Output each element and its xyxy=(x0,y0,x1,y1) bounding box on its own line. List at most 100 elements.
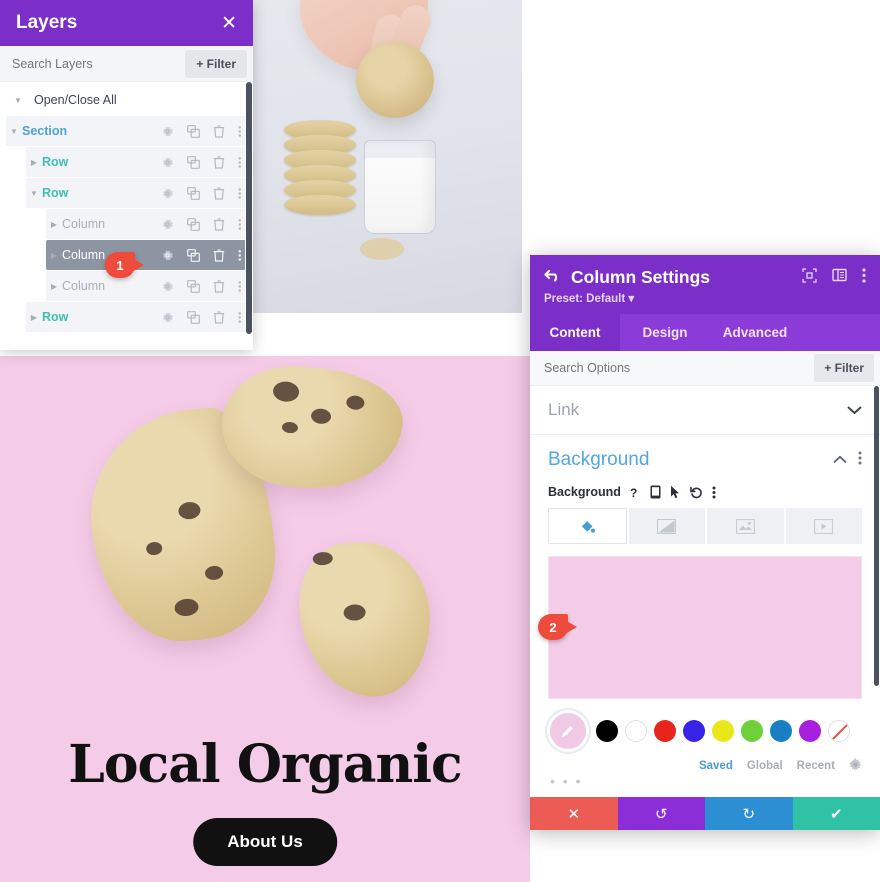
more-colors-icon[interactable]: • • • xyxy=(550,773,582,789)
gear-icon[interactable] xyxy=(161,218,174,231)
gear-icon[interactable] xyxy=(161,125,174,138)
tab-design[interactable]: Design xyxy=(620,314,710,351)
current-color-swatch[interactable] xyxy=(550,713,586,749)
chevron-right-icon[interactable]: ▶ xyxy=(26,158,42,167)
link-section-toggle[interactable]: Link xyxy=(530,386,880,435)
palette-tab-recent[interactable]: Recent xyxy=(797,760,835,772)
background-video-icon[interactable] xyxy=(785,508,862,544)
duplicate-icon[interactable] xyxy=(186,155,200,169)
duplicate-icon[interactable] xyxy=(186,310,200,324)
palette-settings-gear-icon[interactable] xyxy=(849,758,862,774)
layers-scrollbar[interactable] xyxy=(245,82,253,350)
layer-row-section[interactable]: ▼ Section xyxy=(6,116,247,146)
background-color-preview[interactable] xyxy=(548,556,862,699)
cookie-photo-right[interactable] xyxy=(252,0,522,313)
background-gradient-icon[interactable] xyxy=(628,508,705,544)
about-us-button[interactable]: About Us xyxy=(193,818,337,866)
chevron-right-icon[interactable]: ▶ xyxy=(46,251,62,260)
layout-toggle-icon[interactable] xyxy=(832,268,847,287)
layers-filter-button[interactable]: + Filter xyxy=(185,49,247,78)
layer-row-column[interactable]: ▶ Column xyxy=(46,271,247,301)
trash-icon[interactable] xyxy=(213,217,225,231)
layer-row-row[interactable]: ▼ Row xyxy=(26,178,247,208)
cancel-button[interactable]: ✕ xyxy=(530,797,618,830)
layer-row-column[interactable]: ▶ Column xyxy=(46,209,247,239)
background-field-row: Background ? xyxy=(548,485,862,499)
settings-scrollbar[interactable] xyxy=(873,386,880,797)
layer-row-row[interactable]: ▶ Row xyxy=(26,147,247,177)
duplicate-icon[interactable] xyxy=(186,186,200,200)
more-options-icon[interactable] xyxy=(238,218,242,231)
color-swatch-white[interactable] xyxy=(625,720,647,742)
redo-button[interactable]: ↻ xyxy=(705,797,793,830)
trash-icon[interactable] xyxy=(213,124,225,138)
background-image-icon[interactable] xyxy=(707,508,784,544)
duplicate-icon[interactable] xyxy=(186,248,200,262)
layer-row-row[interactable]: ▶ Row xyxy=(26,302,247,332)
search-layers-input[interactable] xyxy=(0,56,186,71)
search-options-input[interactable] xyxy=(530,361,815,375)
more-options-icon[interactable] xyxy=(238,187,242,200)
cookie-shape xyxy=(360,238,404,260)
settings-scrollbar-thumb[interactable] xyxy=(874,386,879,686)
duplicate-icon[interactable] xyxy=(186,124,200,138)
more-options-icon[interactable] xyxy=(712,486,716,499)
more-options-icon[interactable] xyxy=(238,249,242,262)
gear-icon[interactable] xyxy=(161,156,174,169)
trash-icon[interactable] xyxy=(213,248,225,262)
trash-icon[interactable] xyxy=(213,310,225,324)
back-arrow-icon[interactable] xyxy=(544,269,561,286)
duplicate-icon[interactable] xyxy=(186,279,200,293)
duplicate-icon[interactable] xyxy=(186,217,200,231)
chevron-right-icon[interactable]: ▶ xyxy=(46,282,62,291)
gear-icon[interactable] xyxy=(161,280,174,293)
chevron-down-icon[interactable]: ▼ xyxy=(6,127,22,136)
trash-icon[interactable] xyxy=(213,155,225,169)
more-options-icon[interactable] xyxy=(238,280,242,293)
color-swatch-green[interactable] xyxy=(741,720,763,742)
more-options-icon[interactable] xyxy=(862,267,866,288)
options-filter-button[interactable]: + Filter xyxy=(814,354,874,382)
background-section: Background Background ? Saved Global Rec… xyxy=(530,435,880,789)
responsive-preview-icon[interactable] xyxy=(802,267,817,288)
layer-row-column[interactable]: ▶ Column xyxy=(46,240,247,270)
more-options-icon[interactable] xyxy=(238,311,242,324)
chevron-right-icon[interactable]: ▶ xyxy=(26,313,42,322)
close-icon[interactable]: ✕ xyxy=(221,14,237,33)
preset-selector[interactable]: Preset: Default ▾ xyxy=(544,291,866,305)
undo-button[interactable]: ↺ xyxy=(617,797,705,830)
layers-scrollbar-thumb[interactable] xyxy=(246,82,252,334)
palette-tab-saved[interactable]: Saved xyxy=(699,760,733,772)
background-color-icon[interactable] xyxy=(548,508,627,544)
gear-icon[interactable] xyxy=(161,249,174,262)
save-button[interactable]: ✔ xyxy=(792,797,880,830)
open-close-all-label: Open/Close All xyxy=(34,93,117,107)
gear-icon[interactable] xyxy=(161,187,174,200)
chevron-right-icon[interactable]: ▶ xyxy=(46,220,62,229)
color-swatch-yellow[interactable] xyxy=(712,720,734,742)
tab-content[interactable]: Content xyxy=(530,314,620,351)
palette-tab-global[interactable]: Global xyxy=(747,760,783,772)
mobile-icon[interactable] xyxy=(650,485,661,499)
trash-icon[interactable] xyxy=(213,279,225,293)
help-icon[interactable]: ? xyxy=(630,486,641,499)
gear-icon[interactable] xyxy=(161,311,174,324)
color-swatch-ocean-blue[interactable] xyxy=(770,720,792,742)
color-swatch-purple[interactable] xyxy=(799,720,821,742)
more-options-icon[interactable] xyxy=(238,125,242,138)
more-options-icon[interactable] xyxy=(238,156,242,169)
trash-icon[interactable] xyxy=(213,186,225,200)
color-swatch-red[interactable] xyxy=(654,720,676,742)
reset-icon[interactable] xyxy=(690,486,703,499)
settings-tabs: Content Design Advanced xyxy=(530,314,880,351)
color-swatch-black[interactable] xyxy=(596,720,618,742)
chevron-down-icon[interactable]: ▼ xyxy=(26,189,42,198)
tab-advanced[interactable]: Advanced xyxy=(710,314,800,351)
color-swatch-blue[interactable] xyxy=(683,720,705,742)
open-close-all-toggle[interactable]: ▼ Open/Close All xyxy=(0,88,253,116)
chevron-up-icon[interactable] xyxy=(833,451,847,469)
hover-cursor-icon[interactable] xyxy=(670,485,681,499)
filter-label: Filter xyxy=(206,56,236,71)
color-swatch-transparent[interactable] xyxy=(828,720,850,742)
more-options-icon[interactable] xyxy=(858,451,862,470)
